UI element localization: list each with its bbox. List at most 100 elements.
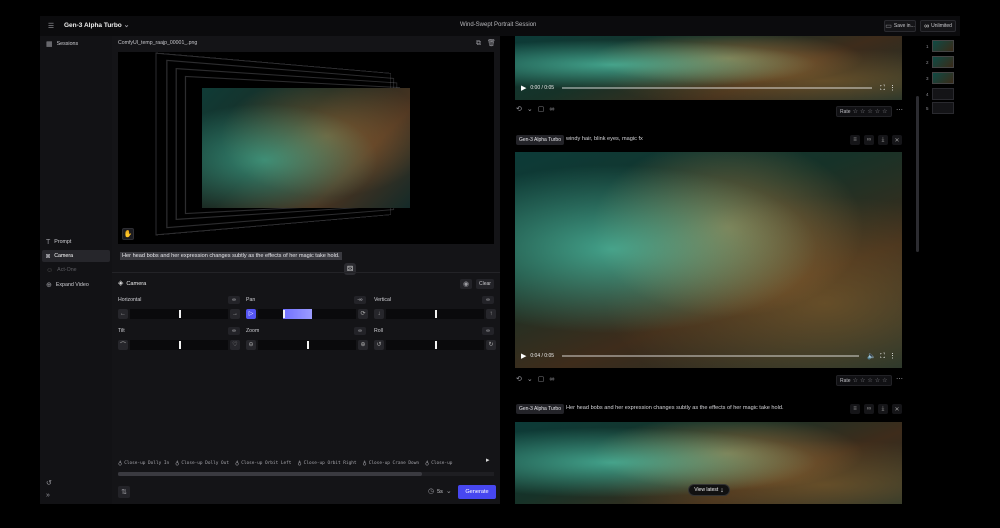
zoom-in-icon[interactable]: ⊕ <box>358 339 368 350</box>
star-icon[interactable]: ☆ <box>875 377 880 384</box>
thumbnail-image[interactable] <box>931 88 954 100</box>
slider-track[interactable] <box>386 308 484 319</box>
text-icon[interactable]: ≡ <box>850 135 860 145</box>
chevron-down-icon[interactable]: ⌄ <box>527 376 533 383</box>
preset-chip[interactable]: ♁ Close-up Dolly Out <box>175 458 229 468</box>
generate-button[interactable]: Generate <box>458 485 496 499</box>
thumbnail-image[interactable] <box>931 102 954 114</box>
play-icon[interactable]: ▶ <box>521 85 526 92</box>
star-icon[interactable]: ☆ <box>860 377 865 384</box>
download-icon[interactable]: ⤓ <box>878 135 888 145</box>
arrow-left-icon[interactable]: ← <box>118 308 128 319</box>
history-icon[interactable]: ↺ <box>46 480 52 487</box>
horizontal-slider[interactable]: ← → <box>118 308 240 319</box>
link-icon[interactable]: ∞ <box>549 376 554 383</box>
preset-chip[interactable]: ♁ Close-up Orbit Right <box>297 458 356 468</box>
roll-right-icon[interactable]: ↻ <box>486 339 496 350</box>
repeat-icon[interactable]: ⟲ <box>516 106 522 113</box>
frame-icon[interactable]: ▢ <box>538 376 545 383</box>
slider-thumb[interactable] <box>179 309 181 318</box>
slider-thumb[interactable] <box>307 340 309 349</box>
feed-scrollbar[interactable] <box>916 96 919 252</box>
sidebar-item-expand-video[interactable]: ⊕ Expand Video <box>42 279 110 291</box>
star-icon[interactable]: ☆ <box>882 377 887 384</box>
slider-track[interactable] <box>386 339 484 350</box>
clear-button[interactable]: Clear <box>476 279 494 289</box>
thumbnail-image[interactable] <box>931 72 954 84</box>
thumbnail-item[interactable]: 3 <box>926 72 954 84</box>
tilt-up-icon[interactable]: ♡ <box>230 339 240 350</box>
pan-left-icon[interactable]: ▷ <box>246 308 256 319</box>
star-icon[interactable]: ☆ <box>860 108 865 115</box>
slider-thumb[interactable] <box>435 309 437 318</box>
chevron-down-icon[interactable]: ⌄ <box>527 106 533 113</box>
fullscreen-icon[interactable]: ⛶ <box>880 85 885 92</box>
preset-chip[interactable]: ♁ Close-up <box>425 458 452 468</box>
swap-button[interactable]: ⇅ <box>118 486 130 498</box>
sidebar-item-act-one[interactable]: ☺ Act-One <box>42 264 110 276</box>
trash-icon[interactable]: 🗑 <box>487 40 496 47</box>
slider-thumb[interactable] <box>179 340 181 349</box>
more-horizontal-icon[interactable]: ⋯ <box>896 376 903 383</box>
scrollbar-thumb[interactable] <box>118 472 422 476</box>
link-horizontal-button[interactable]: ∞ <box>228 296 240 304</box>
slider-thumb[interactable] <box>435 340 437 349</box>
thumbnail-image[interactable] <box>931 56 954 68</box>
preset-chip[interactable]: ♁ Close-up Orbit Left <box>235 458 291 468</box>
preview-toggle-button[interactable]: ◉ <box>460 279 472 289</box>
sidebar-item-camera[interactable]: ◙ Camera <box>42 250 110 262</box>
star-icon[interactable]: ☆ <box>875 108 880 115</box>
link-icon[interactable]: ∞ <box>864 135 874 145</box>
roll-left-icon[interactable]: ↺ <box>374 339 384 350</box>
arrow-right-icon[interactable]: → <box>230 308 240 319</box>
thumbnail-item[interactable]: 2 <box>926 56 954 68</box>
model-selector[interactable]: Gen-3 Alpha Turbo ⌄ <box>64 22 129 29</box>
plan-badge[interactable]: ∞ Unlimited <box>920 20 956 32</box>
close-icon[interactable]: ✕ <box>892 404 902 414</box>
frame-icon[interactable]: ▢ <box>538 106 545 113</box>
link-icon[interactable]: ∞ <box>549 106 554 113</box>
tilt-slider[interactable]: ⌒ ♡ <box>118 339 240 350</box>
play-icon[interactable]: ▶ <box>521 353 526 360</box>
session-title[interactable]: Wind-Swept Portrait Session <box>460 22 536 28</box>
star-icon[interactable]: ☆ <box>882 108 887 115</box>
video-progress[interactable] <box>562 87 873 89</box>
link-tilt-button[interactable]: ∞ <box>228 327 240 335</box>
slider-track[interactable] <box>258 308 356 319</box>
link-zoom-button[interactable]: ∞ <box>354 327 366 335</box>
slider-track[interactable] <box>130 339 228 350</box>
more-vertical-icon[interactable]: ⋮ <box>889 353 896 360</box>
close-icon[interactable]: ✕ <box>892 135 902 145</box>
crop-icon[interactable]: ⧉ <box>476 40 481 47</box>
link-icon[interactable]: ∞ <box>864 404 874 414</box>
tilt-down-icon[interactable]: ⌒ <box>118 339 128 350</box>
more-vertical-icon[interactable]: ⋮ <box>889 85 896 92</box>
star-icon[interactable]: ☆ <box>867 108 872 115</box>
prompt-helper-button[interactable]: ⚄ <box>344 263 356 275</box>
text-icon[interactable]: ≡ <box>850 404 860 414</box>
chevron-right-icon[interactable]: ▸ <box>486 457 490 464</box>
sidebar-item-sessions[interactable]: ▦ Sessions <box>42 38 110 50</box>
sidebar-item-prompt[interactable]: T Prompt <box>42 236 110 248</box>
volume-icon[interactable]: 🔈 <box>867 353 876 360</box>
video-player[interactable]: ▶ 0:04 / 0:05 🔈 ⛶ ⋮ <box>515 152 902 368</box>
collapse-icon[interactable]: » <box>46 492 50 499</box>
thumbnail-item[interactable]: 5 <box>926 102 954 114</box>
zoom-slider[interactable]: ⊖ ⊕ <box>246 339 368 350</box>
preset-chip[interactable]: ♁ Close-up Dolly In <box>118 458 169 468</box>
link-roll-button[interactable]: ∞ <box>482 327 494 335</box>
arrow-up-icon[interactable]: ↑ <box>486 308 496 319</box>
pan-slider[interactable]: ▷ ⟳ <box>246 308 368 319</box>
zoom-out-icon[interactable]: ⊖ <box>246 339 256 350</box>
prompt-input[interactable]: Her head bobs and her expression changes… <box>120 252 342 260</box>
duration-selector[interactable]: ◷ 5s ⌄ <box>428 488 452 495</box>
download-icon[interactable]: ⤓ <box>878 404 888 414</box>
pan-right-icon[interactable]: ⟳ <box>358 308 368 319</box>
arrow-down-icon[interactable]: ↓ <box>374 308 384 319</box>
thumbnail-item[interactable]: 1 <box>926 40 954 52</box>
star-icon[interactable]: ☆ <box>853 377 858 384</box>
view-latest-button[interactable]: View latest ↓ <box>688 484 730 496</box>
repeat-icon[interactable]: ⟲ <box>516 376 522 383</box>
slider-track[interactable] <box>130 308 228 319</box>
video-player[interactable]: ▶ 0:00 / 0:05 ⛶ ⋮ <box>515 36 902 100</box>
